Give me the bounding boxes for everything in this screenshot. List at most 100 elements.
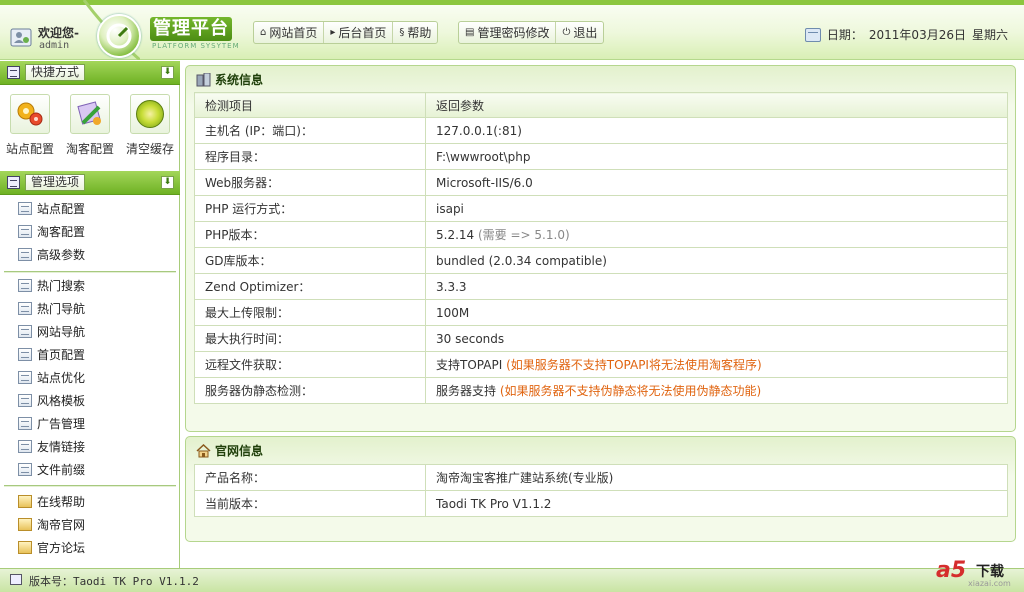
server-icon [196, 72, 211, 86]
table-row: PHP 运行方式： isapi [194, 195, 1008, 222]
watermark-text: 下载 [976, 564, 1004, 580]
menu-item-advanced[interactable]: 高级参数 [0, 243, 180, 266]
panel-icon [7, 66, 20, 79]
window-icon [18, 302, 32, 315]
logo-subtitle: PLATFORM SYSYTEM [152, 42, 240, 50]
table-row: PHP版本： 5.2.14 (需要 => 5.1.0) [194, 221, 1008, 248]
footer-bar: 版本号：Taodi TK Pro V1.1.2 a5 下载 xiazai.com [0, 558, 1024, 592]
watermark-logo: a5 下载 xiazai.com [932, 555, 1014, 591]
menu-group-links: 在线帮助 淘帝官网 官方论坛 [0, 490, 180, 559]
form-icon [18, 202, 32, 215]
menu-item-official-site[interactable]: 淘帝官网 [0, 513, 180, 536]
file-icon [18, 463, 32, 476]
warning-note: (如果服务器不支持TOPAPI将无法使用淘客程序) [506, 358, 762, 372]
help-icon: § [399, 27, 405, 38]
table-row: GD库版本： bundled (2.0.34 compatible) [194, 247, 1008, 274]
date-label: 日期： [826, 28, 863, 42]
main-content: 系统信息 检测项目 返回参数 主机名 (IP：端口)： 127.0.0.1(:81… [181, 61, 1024, 568]
menu-item-forum[interactable]: 官方论坛 [0, 536, 180, 559]
table-row: 产品名称： 淘帝淘宝客推广建站系统(专业版) [194, 464, 1008, 491]
folder-icon [18, 495, 32, 508]
shortcut-site-config[interactable]: 站点配置 [2, 94, 58, 170]
menu-item-hot-nav[interactable]: 热门导航 [0, 297, 180, 320]
menu-group-config: 站点配置 淘客配置 高级参数 [0, 197, 180, 266]
collapse-arrow-icon[interactable]: ⬇ [161, 66, 174, 79]
table-row: 最大上传限制： 100M [194, 299, 1008, 326]
menu-divider [4, 485, 176, 487]
header-bar: 欢迎您- admin 管理平台 PLATFORM SYSYTEM ⌂ 网站首页 ▸… [0, 0, 1024, 60]
menu-item-site-config[interactable]: 站点配置 [0, 197, 180, 220]
house-icon [196, 443, 211, 457]
version-text: 版本号：Taodi TK Pro V1.1.2 [29, 575, 199, 588]
window-icon [18, 394, 32, 407]
panel-icon [7, 176, 20, 189]
table-row: Zend Optimizer： 3.3.3 [194, 273, 1008, 300]
menu-item-ads[interactable]: 广告管理 [0, 412, 180, 435]
nav-admin-home-button[interactable]: ▸ 后台首页 [324, 22, 394, 43]
date-display: 日期： 2011年03月26日 星期六 [804, 26, 1014, 43]
watermark-site: xiazai.com [968, 579, 1011, 588]
username: admin [39, 40, 70, 51]
column-header-value: 返回参数 [425, 92, 1008, 118]
folder-icon [18, 518, 32, 531]
menu-item-taoke-config[interactable]: 淘客配置 [0, 220, 180, 243]
menu-divider [4, 271, 176, 273]
menu-group-content: 热门搜索 热门导航 网站导航 首页配置 站点优化 风格模板 广告管理 友情链接 … [0, 274, 180, 481]
manage-header[interactable]: 管理选项 ⬇ [0, 171, 180, 195]
power-icon: ⏻ [562, 27, 571, 38]
menu-item-online-help[interactable]: 在线帮助 [0, 490, 180, 513]
chart-icon [18, 371, 32, 384]
tools-icon [70, 94, 110, 134]
menu-item-theme[interactable]: 风格模板 [0, 389, 180, 412]
nav-group-primary: ⌂ 网站首页 ▸ 后台首页 § 帮助 [253, 21, 439, 44]
shortcut-taoke-config[interactable]: 淘客配置 [62, 94, 118, 170]
welcome-text: 欢迎您- [38, 26, 79, 40]
menu-item-file-prefix[interactable]: 文件前缀 [0, 458, 180, 481]
menu-item-hot-search[interactable]: 热门搜索 [0, 274, 180, 297]
gears-icon [10, 94, 50, 134]
window-icon [18, 279, 32, 292]
calendar-icon [804, 27, 821, 42]
window-icon [10, 574, 22, 585]
table-row: 远程文件获取： 支持TOPAPI (如果服务器不支持TOPAPI将无法使用淘客程序… [194, 351, 1008, 378]
shortcut-clear-cache[interactable]: 清空缓存 [122, 94, 178, 170]
manage-title: 管理选项 [25, 174, 86, 191]
menu-item-home-config[interactable]: 首页配置 [0, 343, 180, 366]
folder-icon [18, 541, 32, 554]
table-row: 最大执行时间： 30 seconds [194, 325, 1008, 352]
window-icon [18, 325, 32, 338]
table-row: 主机名 (IP：端口)： 127.0.0.1(:81) [194, 117, 1008, 144]
system-info-title: 系统信息 [196, 71, 263, 88]
list-icon: ▤ [465, 27, 475, 38]
table-row: Web服务器： Microsoft-IIS/6.0 [194, 169, 1008, 196]
logo-title: 管理平台 [150, 17, 232, 41]
system-info-panel: 系统信息 检测项目 返回参数 主机名 (IP：端口)： 127.0.0.1(:81… [185, 65, 1016, 432]
link-icon [18, 440, 32, 453]
table-row: 服务器伪静态检测： 服务器支持 (如果服务器不支持伪静态将无法使用伪静态功能) [194, 377, 1008, 404]
home-icon: ⌂ [260, 27, 267, 38]
table-row: 当前版本： Taodi TK Pro V1.1.2 [194, 490, 1008, 517]
official-info-table: 产品名称： 淘帝淘宝客推广建站系统(专业版) 当前版本： Taodi TK Pro … [194, 464, 1008, 517]
column-header-item: 检测项目 [194, 92, 426, 118]
shortcut-header[interactable]: 快捷方式 ⬇ [0, 61, 180, 85]
official-info-title: 官网信息 [196, 442, 263, 459]
play-icon: ▸ [330, 27, 336, 38]
header-top-line [0, 0, 1024, 5]
radiation-icon [130, 94, 170, 134]
nav-site-home-button[interactable]: ⌂ 网站首页 [254, 22, 325, 43]
nav-group-account: ▤ 管理密码修改 ⏻ 退出 [458, 21, 605, 44]
user-icon [10, 28, 32, 47]
weekday: 星期六 [971, 28, 1008, 42]
system-info-table: 检测项目 返回参数 主机名 (IP：端口)： 127.0.0.1(:81) 程序目… [194, 92, 1008, 404]
change-password-button[interactable]: ▤ 管理密码修改 [459, 22, 557, 43]
shortcut-title: 快捷方式 [25, 64, 86, 81]
logout-button[interactable]: ⏻ 退出 [556, 22, 603, 43]
collapse-arrow-icon[interactable]: ⬇ [161, 176, 174, 189]
nav-help-button[interactable]: § 帮助 [393, 22, 437, 43]
official-info-panel: 官网信息 产品名称： 淘帝淘宝客推广建站系统(专业版) 当前版本： Taodi TK… [185, 436, 1016, 542]
menu-item-site-nav[interactable]: 网站导航 [0, 320, 180, 343]
shortcut-list: 站点配置 淘客配置 清空缓存 [0, 86, 180, 170]
warning-note: (如果服务器不支持伪静态将无法使用伪静态功能) [499, 384, 762, 398]
menu-item-friend-links[interactable]: 友情链接 [0, 435, 180, 458]
menu-item-seo[interactable]: 站点优化 [0, 366, 180, 389]
